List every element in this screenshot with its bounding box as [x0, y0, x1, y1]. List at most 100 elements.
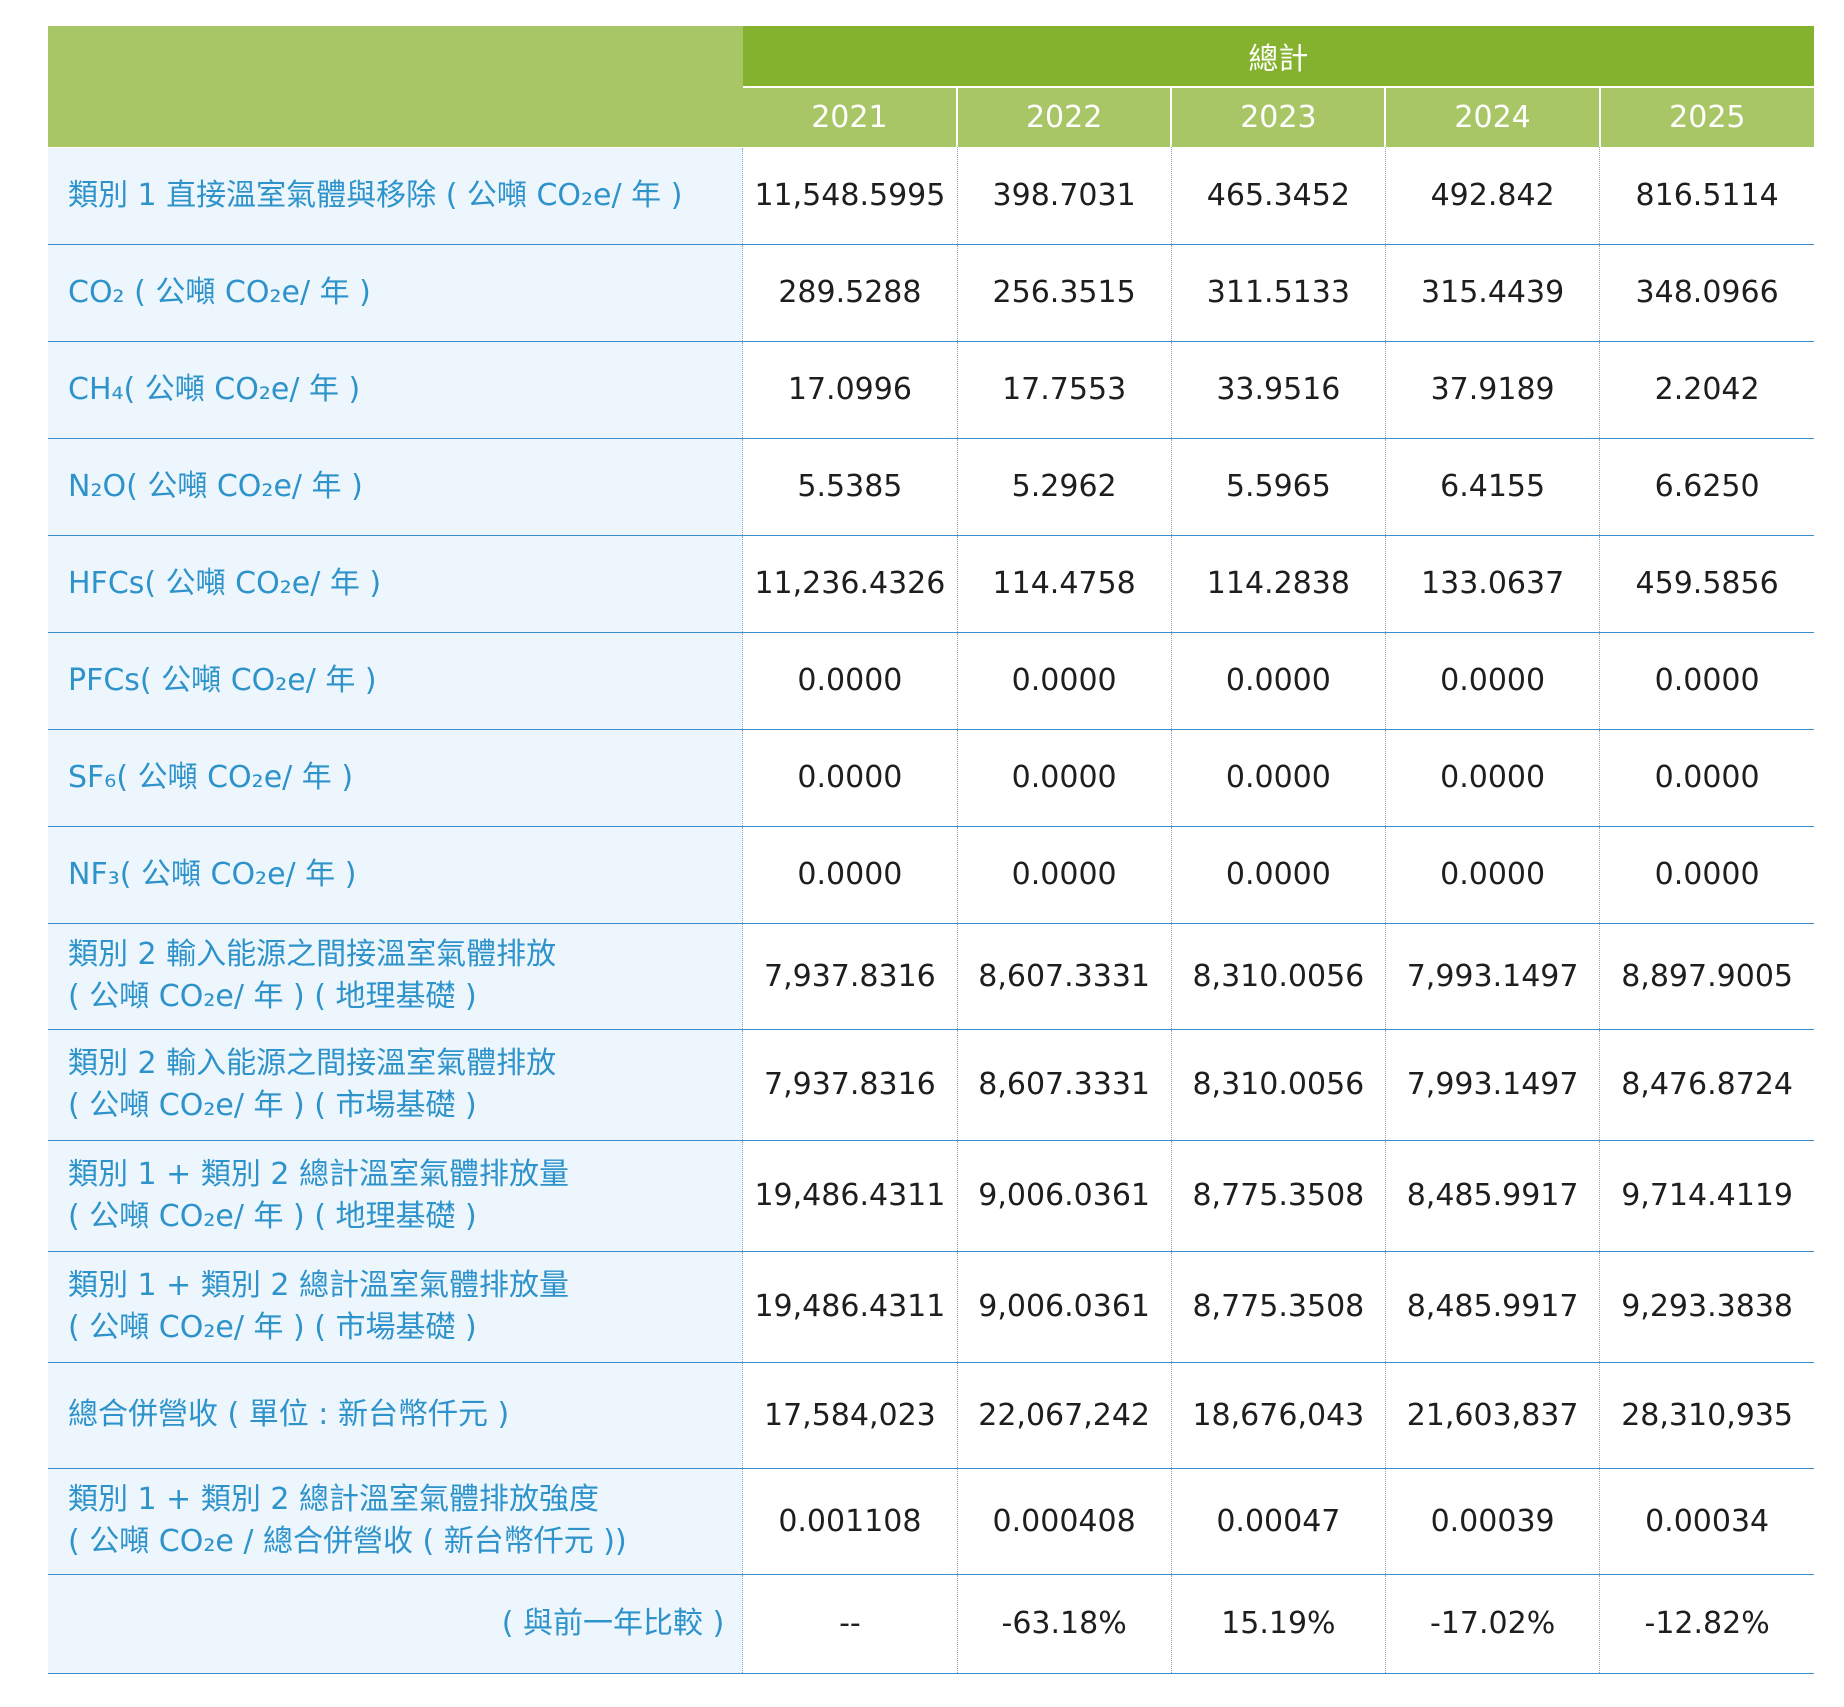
- cell-2023: 114.2838: [1170, 535, 1386, 633]
- cell-2022: 9,006.0361: [956, 1251, 1172, 1363]
- cell-2023: 15.19%: [1170, 1574, 1386, 1674]
- cell-2022: 0.0000: [956, 826, 1172, 924]
- row-label: 類別 1 + 類別 2 總計溫室氣體排放量 ( 公噸 CO₂e/ 年 ) ( 市…: [48, 1251, 744, 1363]
- cell-2025: 816.5114: [1599, 147, 1814, 245]
- row-label: CH₄( 公噸 CO₂e/ 年 ): [48, 341, 744, 439]
- cell-2022: 0.0000: [956, 632, 1172, 730]
- cell-2023: 0.0000: [1170, 826, 1386, 924]
- cell-2024: 492.842: [1384, 147, 1600, 245]
- cell-2023: 465.3452: [1170, 147, 1386, 245]
- table-row-scope12-market: 類別 1 + 類別 2 總計溫室氣體排放量 ( 公噸 CO₂e/ 年 ) ( 市…: [48, 1251, 1814, 1363]
- row-label-line2: ( 公噸 CO₂e/ 年 ) ( 市場基礎 ): [68, 1309, 477, 1345]
- cell-2025: 0.0000: [1599, 826, 1814, 924]
- row-label: 類別 2 輸入能源之間接溫室氣體排放 ( 公噸 CO₂e/ 年 ) ( 地理基礎…: [48, 923, 744, 1030]
- row-label: ( 與前一年比較 ): [48, 1574, 744, 1674]
- cell-2024: 315.4439: [1384, 244, 1600, 342]
- cell-2022: 17.7553: [956, 341, 1172, 439]
- cell-2022: 5.2962: [956, 438, 1172, 536]
- cell-2021: 7,937.8316: [742, 1029, 958, 1141]
- cell-2025: 459.5856: [1599, 535, 1814, 633]
- cell-2023: 8,310.0056: [1170, 1029, 1386, 1141]
- cell-2021: 0.001108: [742, 1468, 958, 1575]
- row-label: 類別 1 + 類別 2 總計溫室氣體排放量 ( 公噸 CO₂e/ 年 ) ( 地…: [48, 1140, 744, 1252]
- row-label: SF₆( 公噸 CO₂e/ 年 ): [48, 729, 744, 827]
- row-label: 類別 2 輸入能源之間接溫室氣體排放 ( 公噸 CO₂e/ 年 ) ( 市場基礎…: [48, 1029, 744, 1141]
- cell-2021: 17,584,023: [742, 1362, 958, 1469]
- row-label: N₂O( 公噸 CO₂e/ 年 ): [48, 438, 744, 536]
- cell-2021: 5.5385: [742, 438, 958, 536]
- row-label: 總合併營收 ( 單位 : 新台幣仟元 ): [48, 1362, 744, 1469]
- cell-2025: 9,293.3838: [1599, 1251, 1814, 1363]
- cell-2024: 7,993.1497: [1384, 923, 1600, 1030]
- year-header-2024: 2024: [1384, 87, 1600, 147]
- cell-2022: 8,607.3331: [956, 923, 1172, 1030]
- cell-2023: 18,676,043: [1170, 1362, 1386, 1469]
- row-label-line1: 類別 1 + 類別 2 總計溫室氣體排放量: [68, 1267, 569, 1303]
- year-header-2025: 2025: [1598, 87, 1814, 147]
- cell-2023: 8,775.3508: [1170, 1140, 1386, 1252]
- table-row-pfcs: PFCs( 公噸 CO₂e/ 年 ) 0.0000 0.0000 0.0000 …: [48, 632, 1814, 730]
- cell-2025: 8,476.8724: [1599, 1029, 1814, 1141]
- cell-2023: 0.0000: [1170, 729, 1386, 827]
- cell-2024: 0.0000: [1384, 729, 1600, 827]
- table-row-hfcs: HFCs( 公噸 CO₂e/ 年 ) 11,236.4326 114.4758 …: [48, 535, 1814, 633]
- cell-2023: 8,310.0056: [1170, 923, 1386, 1030]
- cell-2023: 5.5965: [1170, 438, 1386, 536]
- row-label: PFCs( 公噸 CO₂e/ 年 ): [48, 632, 744, 730]
- row-label-line2: ( 公噸 CO₂e / 總合併營收 ( 新台幣仟元 )): [68, 1524, 627, 1559]
- emissions-table: 總計 2021 2022 2023 2024 2025 類別 1 直接溫室氣體與…: [48, 26, 1814, 1674]
- year-header-2022: 2022: [956, 87, 1172, 147]
- table-row-scope2-market: 類別 2 輸入能源之間接溫室氣體排放 ( 公噸 CO₂e/ 年 ) ( 市場基礎…: [48, 1029, 1814, 1141]
- cell-2021: 0.0000: [742, 729, 958, 827]
- cell-2024: 0.00039: [1384, 1468, 1600, 1575]
- cell-2021: 7,937.8316: [742, 923, 958, 1030]
- table-row-ch4: CH₄( 公噸 CO₂e/ 年 ) 17.0996 17.7553 33.951…: [48, 341, 1814, 439]
- row-label-line1: 類別 2 輸入能源之間接溫室氣體排放: [68, 937, 557, 972]
- cell-2022: 398.7031: [956, 147, 1172, 245]
- cell-2021: 11,548.5995: [742, 147, 958, 245]
- row-label-line1: 類別 2 輸入能源之間接溫室氣體排放: [68, 1045, 557, 1081]
- cell-2024: 0.0000: [1384, 826, 1600, 924]
- cell-2022: 9,006.0361: [956, 1140, 1172, 1252]
- cell-2021: 11,236.4326: [742, 535, 958, 633]
- cell-2025: -12.82%: [1599, 1574, 1814, 1674]
- row-label: HFCs( 公噸 CO₂e/ 年 ): [48, 535, 744, 633]
- table-row-scope1-total: 類別 1 直接溫室氣體與移除 ( 公噸 CO₂e/ 年 ) 11,548.599…: [48, 147, 1814, 245]
- row-label-line1: 類別 1 + 類別 2 總計溫室氣體排放強度: [68, 1482, 599, 1517]
- total-header: 總計: [742, 26, 1814, 88]
- cell-2023: 8,775.3508: [1170, 1251, 1386, 1363]
- row-label: CO₂ ( 公噸 CO₂e/ 年 ): [48, 244, 744, 342]
- row-label-line2: ( 公噸 CO₂e/ 年 ) ( 市場基礎 ): [68, 1087, 477, 1123]
- cell-2021: 289.5288: [742, 244, 958, 342]
- cell-2023: 0.00047: [1170, 1468, 1386, 1575]
- cell-2022: 256.3515: [956, 244, 1172, 342]
- cell-2022: 0.000408: [956, 1468, 1172, 1575]
- table-row-intensity: 類別 1 + 類別 2 總計溫室氣體排放強度 ( 公噸 CO₂e / 總合併營收…: [48, 1468, 1814, 1575]
- row-label: 類別 1 直接溫室氣體與移除 ( 公噸 CO₂e/ 年 ): [48, 147, 744, 245]
- cell-2022: 22,067,242: [956, 1362, 1172, 1469]
- cell-2024: 8,485.9917: [1384, 1140, 1600, 1252]
- row-label: 類別 1 + 類別 2 總計溫室氣體排放強度 ( 公噸 CO₂e / 總合併營收…: [48, 1468, 744, 1575]
- cell-2024: 21,603,837: [1384, 1362, 1600, 1469]
- cell-2022: 8,607.3331: [956, 1029, 1172, 1141]
- cell-2025: 9,714.4119: [1599, 1140, 1814, 1252]
- cell-2024: 6.4155: [1384, 438, 1600, 536]
- cell-2021: 0.0000: [742, 826, 958, 924]
- cell-2021: 0.0000: [742, 632, 958, 730]
- cell-2025: 6.6250: [1599, 438, 1814, 536]
- row-label-line2: ( 公噸 CO₂e/ 年 ) ( 地理基礎 ): [68, 1198, 477, 1234]
- row-label-line1: 類別 1 + 類別 2 總計溫室氣體排放量: [68, 1156, 569, 1192]
- cell-2021: 17.0996: [742, 341, 958, 439]
- cell-2024: 8,485.9917: [1384, 1251, 1600, 1363]
- row-label-line2: ( 公噸 CO₂e/ 年 ) ( 地理基礎 ): [68, 979, 477, 1014]
- cell-2025: 0.00034: [1599, 1468, 1814, 1575]
- cell-2024: 7,993.1497: [1384, 1029, 1600, 1141]
- cell-2024: -17.02%: [1384, 1574, 1600, 1674]
- table-row-n2o: N₂O( 公噸 CO₂e/ 年 ) 5.5385 5.2962 5.5965 6…: [48, 438, 1814, 536]
- table-row-scope2-location: 類別 2 輸入能源之間接溫室氣體排放 ( 公噸 CO₂e/ 年 ) ( 地理基礎…: [48, 923, 1814, 1030]
- cell-2022: -63.18%: [956, 1574, 1172, 1674]
- cell-2023: 33.9516: [1170, 341, 1386, 439]
- cell-2021: --: [742, 1574, 958, 1674]
- cell-2025: 348.0966: [1599, 244, 1814, 342]
- cell-2025: 8,897.9005: [1599, 923, 1814, 1030]
